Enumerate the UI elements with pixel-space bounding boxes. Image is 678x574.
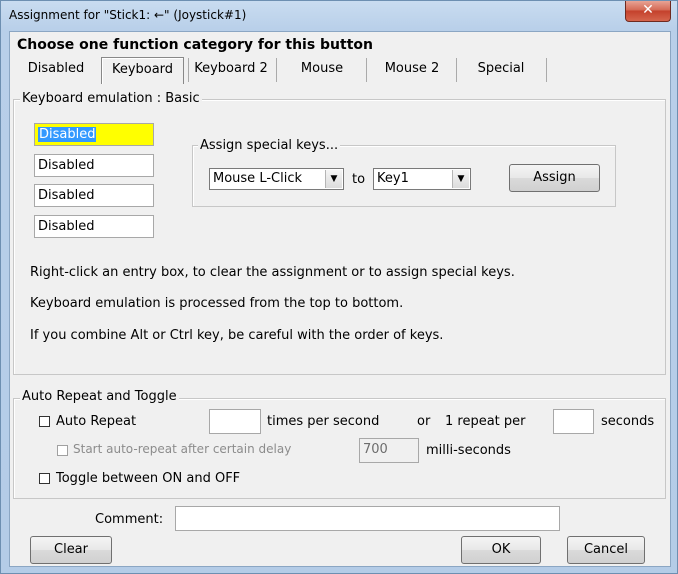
tab-separator <box>188 58 189 82</box>
tab-keyboard[interactable]: Keyboard <box>101 57 184 84</box>
comment-input[interactable] <box>175 506 560 531</box>
assign-button[interactable]: Assign <box>509 164 600 192</box>
close-icon: ✕ <box>642 2 654 18</box>
delay-ms-input[interactable]: 700 <box>359 438 419 463</box>
clear-button[interactable]: Clear <box>30 536 112 564</box>
dialog-window: Assignment for "Stick1: ←" (Joystick#1) … <box>0 0 678 574</box>
delay-label: Start auto-repeat after certain delay <box>73 442 292 456</box>
special-key-from-select[interactable]: Mouse L-Click ▼ <box>209 168 344 190</box>
help-text-line: Keyboard emulation is processed from the… <box>30 296 404 311</box>
delay-checkbox[interactable] <box>57 445 68 456</box>
special-key-to-select[interactable]: Key1 ▼ <box>373 168 471 190</box>
tab-mouse[interactable]: Mouse <box>280 57 364 83</box>
key-entry-1-text: Disabled <box>38 127 97 142</box>
help-text-line: Right-click an entry box, to clear the a… <box>30 265 515 280</box>
repeat-per-label: 1 repeat per <box>445 414 526 429</box>
tab-disabled[interactable]: Disabled <box>16 57 96 83</box>
auto-repeat-group-title: Auto Repeat and Toggle <box>20 389 179 404</box>
ok-button[interactable]: OK <box>461 536 541 564</box>
or-label: or <box>417 414 431 429</box>
auto-repeat-label: Auto Repeat <box>56 414 137 429</box>
keyboard-group-title: Keyboard emulation : Basic <box>20 91 202 106</box>
close-button[interactable]: ✕ <box>625 1 671 22</box>
special-key-to-value: Key1 <box>377 171 409 186</box>
tab-separator <box>366 58 367 82</box>
help-text-line: If you combine Alt or Ctrl key, be caref… <box>30 328 444 343</box>
milli-seconds-label: milli-seconds <box>426 443 511 458</box>
cancel-button[interactable]: Cancel <box>567 536 645 564</box>
key-entry-3[interactable]: Disabled <box>34 184 154 207</box>
chevron-down-icon: ▼ <box>452 170 469 188</box>
window-title: Assignment for "Stick1: ←" (Joystick#1) <box>9 8 247 22</box>
seconds-input[interactable] <box>553 409 594 434</box>
tab-separator <box>546 58 547 82</box>
category-heading: Choose one function category for this bu… <box>17 37 373 53</box>
to-label: to <box>352 172 366 187</box>
tab-special[interactable]: Special <box>460 57 542 83</box>
toggle-label: Toggle between ON and OFF <box>56 471 241 486</box>
comment-label: Comment: <box>95 512 164 527</box>
tab-separator <box>276 58 277 82</box>
toggle-checkbox[interactable] <box>39 473 50 484</box>
tab-mouse-2[interactable]: Mouse 2 <box>370 57 454 83</box>
chevron-down-icon: ▼ <box>325 170 342 188</box>
key-entry-4[interactable]: Disabled <box>34 215 154 238</box>
dialog-client: Choose one function category for this bu… <box>9 31 671 567</box>
special-keys-title: Assign special keys... <box>198 138 341 153</box>
tab-keyboard-2[interactable]: Keyboard 2 <box>190 57 272 83</box>
times-per-second-label: times per second <box>267 414 380 429</box>
title-bar[interactable]: Assignment for "Stick1: ←" (Joystick#1) … <box>1 1 677 31</box>
key-entry-1[interactable]: Disabled <box>34 123 154 146</box>
seconds-label: seconds <box>601 414 655 429</box>
auto-repeat-checkbox[interactable] <box>39 416 50 427</box>
tab-separator <box>456 58 457 82</box>
times-per-second-input[interactable] <box>209 409 261 434</box>
special-key-from-value: Mouse L-Click <box>213 171 302 186</box>
key-entry-2[interactable]: Disabled <box>34 154 154 177</box>
